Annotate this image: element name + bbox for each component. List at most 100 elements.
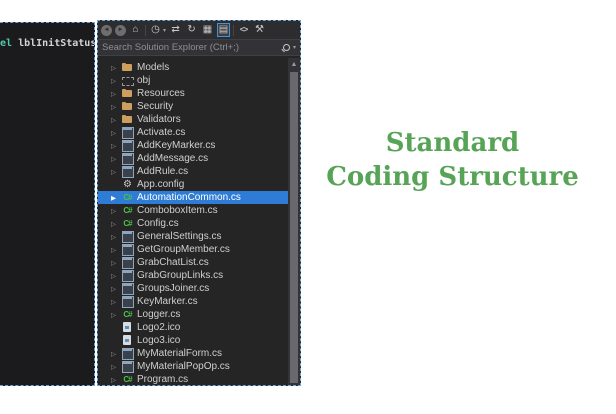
switch-views-icon[interactable]: ◷ [149,23,162,37]
view-code-icon[interactable]: <> [237,23,250,37]
tree-item-logo3-ico[interactable]: Logo3.ico [98,334,288,347]
tree-item-logger-cs[interactable]: ▷C#Logger.cs [98,308,288,321]
tree-item-mymaterialpopop-cs[interactable]: ▷ MyMaterialPopOp.cs [98,360,288,373]
tree-item-grabgrouplinks-cs[interactable]: ▷ GrabGroupLinks.cs [98,269,288,282]
search-icon[interactable] [281,43,291,53]
csharp-icon: C# [121,309,134,320]
tree-item-groupsjoiner-cs[interactable]: ▷GroupsJoiner.cs [98,282,288,295]
home-icon[interactable]: ⌂ [129,23,142,37]
scrollbar-thumb[interactable] [290,72,298,383]
collapse-all-icon[interactable]: ▦ [201,23,214,37]
form-icon [121,140,134,151]
form-icon [121,348,134,359]
image-icon [121,335,134,346]
csharp-icon: C# [121,192,134,203]
tree-item-label: Validators [137,114,181,125]
expand-arrow-icon[interactable]: ▷ [111,298,121,306]
forward-icon[interactable]: ► [115,25,126,36]
folder-icon [121,101,134,112]
tree-item-label: KeyMarker.cs [137,296,198,307]
tree-item-comboboxitem-cs[interactable]: ▷C#ComboboxItem.cs [98,204,288,217]
expand-arrow-icon[interactable]: ▷ [111,350,121,358]
csharp-icon: C# [121,218,134,229]
expand-arrow-icon[interactable]: ▷ [111,272,121,280]
tree-item-label: AutomationCommon.cs [137,192,241,203]
tree-item-models[interactable]: ▷ Models [98,61,288,74]
show-all-files-icon[interactable]: ▤ [217,23,230,37]
tree-item-addmessage-cs[interactable]: ▷AddMessage.cs [98,152,288,165]
search-input[interactable] [102,42,281,53]
tree-item-label: AddRule.cs [137,166,188,177]
code-editor-fragment: el lblInitStatus) [0,22,95,386]
expand-arrow-icon[interactable]: ▷ [111,103,121,111]
tree-item-security[interactable]: ▷ Security [98,100,288,113]
tree-item-automationcommon-cs[interactable]: ▶C#AutomationCommon.cs [98,191,288,204]
tree-item-label: Activate.cs [137,127,185,138]
page-title-line1: Standard [295,126,610,160]
expand-arrow-icon[interactable]: ▶ [111,194,121,202]
tree-item-validators[interactable]: ▷ Validators [98,113,288,126]
expand-arrow-icon[interactable]: ▷ [111,363,121,371]
expand-arrow-icon[interactable]: ▷ [111,220,121,228]
form-icon [121,166,134,177]
tree-item-generalsettings-cs[interactable]: ▷ GeneralSettings.cs [98,230,288,243]
expand-arrow-icon[interactable]: ▷ [111,246,121,254]
form-icon [121,270,134,281]
search-dropdown-caret-icon[interactable]: ▾ [293,44,296,51]
tree-item-activate-cs[interactable]: ▷ Activate.cs [98,126,288,139]
scrollbar-up-arrow-icon[interactable]: ▲ [288,58,300,70]
tree-item-addrule-cs[interactable]: ▷ AddRule.cs [98,165,288,178]
code-token-rest: lblInitStatus) [12,38,94,49]
expand-arrow-icon[interactable]: ▷ [111,259,121,267]
toolbar-separator [233,25,234,36]
tree-item-resources[interactable]: ▷ Resources [98,87,288,100]
tree-item-label: Security [137,101,173,112]
tree-item-app-config[interactable]: ⚙App.config [98,178,288,191]
tree-item-config-cs[interactable]: ▷C#Config.cs [98,217,288,230]
tree-item-mymaterialform-cs[interactable]: ▷MyMaterialForm.cs [98,347,288,360]
form-icon [121,127,134,138]
tree-scrollbar[interactable]: ▲ [288,58,300,385]
form-icon [121,244,134,255]
tree-item-program-cs[interactable]: ▷C#Program.cs [98,373,288,386]
tree-item-addkeymarker-cs[interactable]: ▷AddKeyMarker.cs [98,139,288,152]
expand-arrow-icon[interactable]: ▷ [111,207,121,215]
form-icon [121,231,134,242]
solution-explorer-toolbar: ◄►⌂ ◷▾⇄↻▦▤ <>⚒ [98,21,300,39]
expand-arrow-icon[interactable]: ▷ [111,311,121,319]
expand-arrow-icon[interactable]: ▷ [111,77,121,85]
tree-item-label: GrabGroupLinks.cs [137,270,223,281]
expand-arrow-icon[interactable]: ▷ [111,142,121,150]
tree-item-label: Resources [137,88,185,99]
form-icon [121,153,134,164]
tree-item-label: Logger.cs [137,309,180,320]
tree-item-getgroupmember-cs[interactable]: ▷GetGroupMember.cs [98,243,288,256]
expand-arrow-icon[interactable]: ▷ [111,285,121,293]
tree-item-obj[interactable]: ▷obj [98,74,288,87]
screenshot-stage: el lblInitStatus) ◄►⌂◷▾⇄↻▦▤<>⚒ ▾ ▷Models… [0,0,616,414]
expand-arrow-icon[interactable]: ▷ [111,233,121,241]
refresh-icon[interactable]: ↻ [185,23,198,37]
tree-item-keymarker-cs[interactable]: ▷ KeyMarker.cs [98,295,288,308]
code-line: el lblInitStatus) [0,23,94,49]
expand-arrow-icon[interactable]: ▷ [111,129,121,137]
tree-item-label: Models [137,62,169,73]
back-icon[interactable]: ◄ [101,25,112,36]
properties-icon[interactable]: ⚒ [253,23,266,37]
tree-item-logo2-ico[interactable]: Logo2.ico [98,321,288,334]
expand-arrow-icon[interactable]: ▷ [111,168,121,176]
tree-item-label: Config.cs [137,218,179,229]
search-box[interactable]: ▾ [98,39,300,56]
expand-arrow-icon[interactable]: ▷ [111,155,121,163]
form-icon [121,296,134,307]
dropdown-caret-icon[interactable]: ▾ [163,27,166,34]
tree-item-label: GeneralSettings.cs [137,231,222,242]
sync-with-active-document-icon[interactable]: ⇄ [169,23,182,37]
expand-arrow-icon[interactable]: ▷ [111,376,121,384]
tree-item-label: MyMaterialPopOp.cs [137,361,230,372]
tree-item-grabchatlist-cs[interactable]: ▷GrabChatList.cs [98,256,288,269]
expand-arrow-icon[interactable]: ▷ [111,90,121,98]
expand-arrow-icon[interactable]: ▷ [111,116,121,124]
tree-item-label: App.config [137,179,184,190]
expand-arrow-icon[interactable]: ▷ [111,64,121,72]
